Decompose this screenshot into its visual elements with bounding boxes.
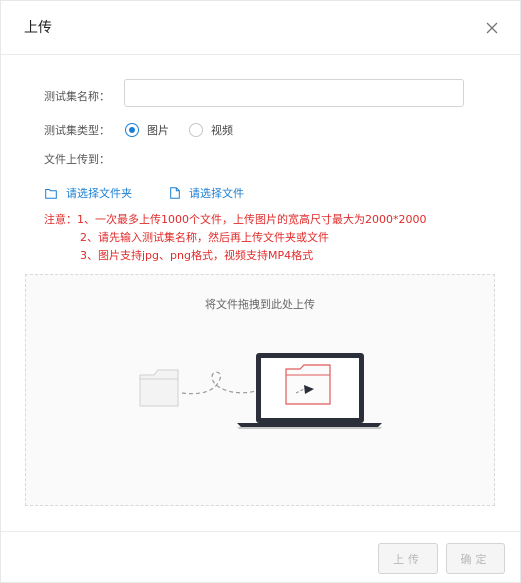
- folder-icon: [45, 188, 57, 199]
- type-option-image-label: 图片: [147, 124, 169, 137]
- note-line-2: 2、请先输入测试集名称，然后再上传文件夹或文件: [80, 231, 329, 244]
- confirm-button[interactable]: 确定: [446, 543, 505, 574]
- select-folder-button[interactable]: 请选择文件夹: [45, 185, 132, 201]
- radio-unchecked-icon: [189, 123, 203, 137]
- type-label: 测试集类型：: [44, 124, 110, 137]
- select-folder-label: 请选择文件夹: [66, 187, 132, 200]
- name-label: 测试集名称：: [44, 90, 110, 103]
- upload-dialog: 上传 测试集名称： 测试集类型： 图片 视频 文件上传到： 请选择文件夹 请选择…: [0, 0, 521, 583]
- close-icon[interactable]: [484, 20, 500, 36]
- dialog-footer: [1, 531, 520, 583]
- type-radio-image[interactable]: 图片: [125, 122, 169, 138]
- type-radio-video[interactable]: 视频: [189, 122, 233, 138]
- name-input[interactable]: [124, 79, 464, 107]
- file-dropzone[interactable]: 将文件拖拽到此处上传: [25, 274, 495, 506]
- note-line-1: 注意：1、一次最多上传1000个文件，上传图片的宽高尺寸最大为2000*2000: [44, 213, 427, 226]
- radio-checked-icon: [125, 123, 139, 137]
- upload-illustration: [139, 353, 382, 429]
- upload-to-label: 文件上传到：: [44, 153, 110, 166]
- dialog-title: 上传: [24, 20, 52, 36]
- note-line-3: 3、图片支持jpg、png格式，视频支持MP4格式: [80, 249, 314, 262]
- file-icon: [170, 187, 180, 199]
- upload-button[interactable]: 上传: [378, 543, 438, 574]
- select-file-button[interactable]: 请选择文件: [170, 185, 244, 201]
- select-file-label: 请选择文件: [189, 187, 244, 200]
- dialog-header: 上传: [1, 1, 520, 55]
- dropzone-text: 将文件拖拽到此处上传: [205, 298, 315, 311]
- type-option-video-label: 视频: [211, 124, 233, 137]
